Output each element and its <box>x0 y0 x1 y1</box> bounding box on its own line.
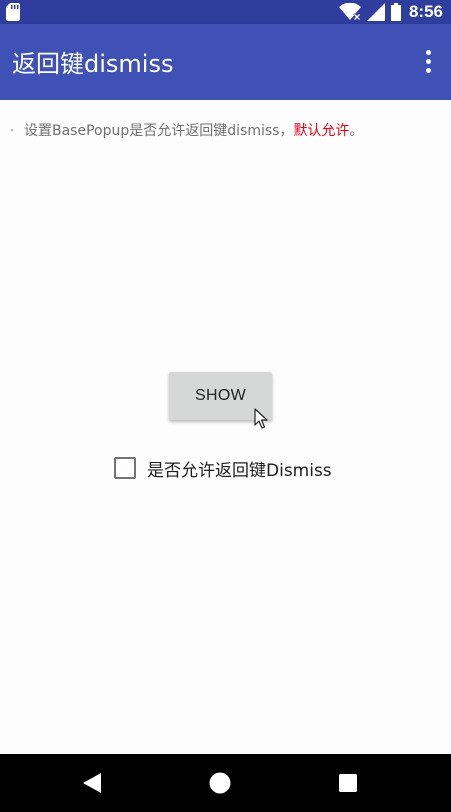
main-content: 设置BasePopup是否允许返回键dismiss，默认允许。 SHOW 是否允… <box>0 100 451 754</box>
back-icon <box>83 773 101 793</box>
description-text: 设置BasePopup是否允许返回键dismiss，默认允许。 <box>24 120 363 140</box>
home-button[interactable] <box>190 754 250 812</box>
description-prefix: 设置BasePopup是否允许返回键dismiss， <box>24 123 294 139</box>
battery-icon <box>390 3 401 21</box>
recents-icon <box>339 774 357 792</box>
overflow-menu-icon[interactable] <box>423 50 433 76</box>
checkbox-box[interactable] <box>114 457 136 479</box>
app-bar: 返回键dismiss <box>0 24 451 100</box>
status-bar: 8:56 <box>0 0 451 24</box>
allow-back-dismiss-checkbox[interactable]: 是否允许返回键Dismiss <box>114 456 332 481</box>
signal-icon <box>366 3 385 21</box>
checkbox-label: 是否允许返回键Dismiss <box>147 460 332 481</box>
recents-button[interactable] <box>318 754 378 812</box>
status-time: 8:56 <box>408 2 443 21</box>
bullet-dot <box>11 129 13 131</box>
wifi-icon <box>338 3 361 21</box>
back-button[interactable] <box>62 754 122 812</box>
sd-card-icon <box>6 3 20 21</box>
home-icon <box>209 772 231 794</box>
navigation-bar <box>0 754 451 812</box>
mouse-cursor-icon <box>254 408 268 429</box>
app-title: 返回键dismiss <box>12 50 174 78</box>
description-suffix: 。 <box>349 123 364 139</box>
description-highlight: 默认允许 <box>293 123 350 139</box>
